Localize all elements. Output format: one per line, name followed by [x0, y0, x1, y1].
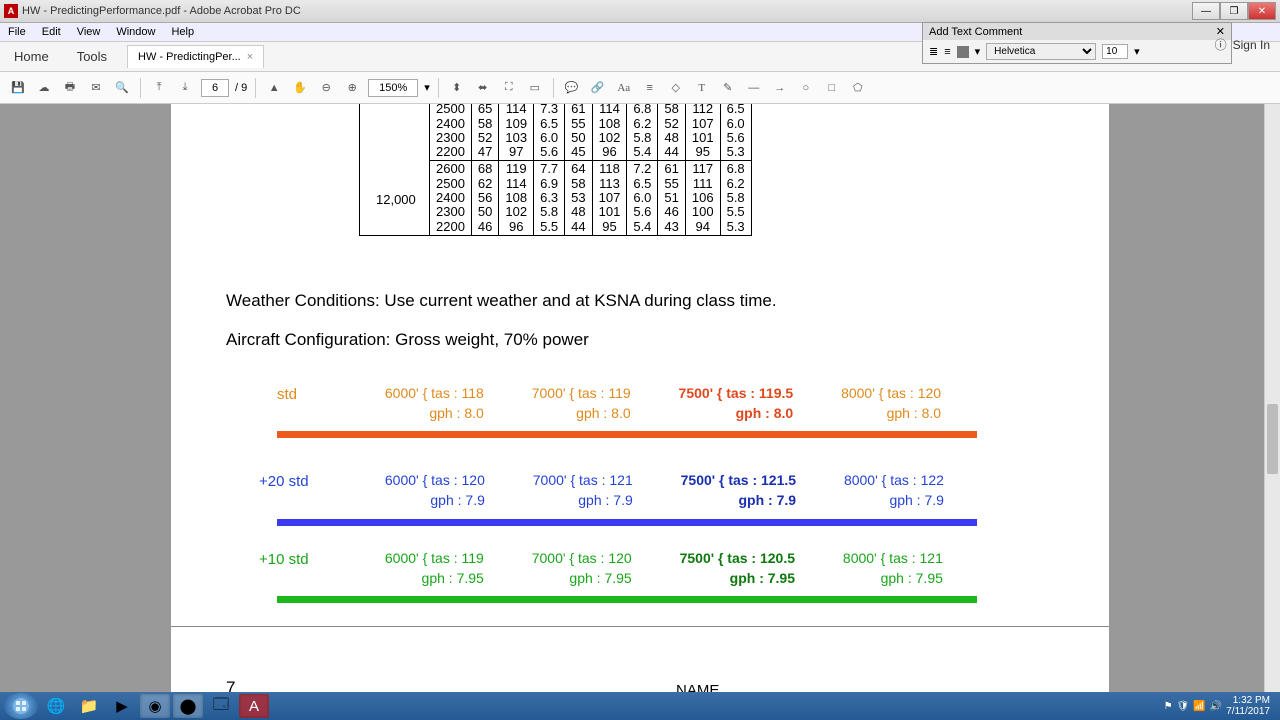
p20-label: +20 std [259, 471, 359, 490]
maximize-button[interactable]: ❐ [1220, 2, 1248, 20]
color-swatch-icon[interactable] [957, 46, 969, 58]
performance-table: 26002500240023002200 7265585247 12011410… [359, 104, 752, 236]
menu-edit[interactable]: Edit [38, 25, 65, 39]
menu-window[interactable]: Window [112, 25, 159, 39]
signin-label: Sign In [1233, 38, 1270, 52]
tab-document-label: HW - PredictingPer... [138, 51, 241, 63]
page-divider [171, 626, 1109, 627]
workspace: 26002500240023002200 7265585247 12011410… [0, 104, 1280, 692]
tab-document[interactable]: HW - PredictingPer... × [127, 45, 264, 68]
scrollbar-thumb[interactable] [1267, 404, 1278, 474]
window-title: HW - PredictingPerformance.pdf - Adobe A… [22, 5, 1192, 17]
page-total: / 9 [235, 82, 247, 94]
fit-width-icon[interactable]: ⬍ [447, 78, 467, 98]
zoom-dropdown-icon[interactable]: ▾ [424, 81, 430, 94]
save-icon[interactable]: 💾 [8, 78, 28, 98]
menu-file[interactable]: File [4, 25, 30, 39]
taskbar-blue-icon[interactable]: 🗔 [206, 694, 236, 718]
align-icon[interactable]: ≡ [640, 78, 660, 98]
bullet-list-icon[interactable]: ≣ [929, 45, 938, 58]
titlebar: A HW - PredictingPerformance.pdf - Adobe… [0, 0, 1280, 23]
taskbar: 🌐 📁 ▶ ◉ ⬤ 🗔 A ⚑ 🛡 📶 🔊 1:32 PM7/11/2017 [0, 692, 1280, 720]
tray-network-icon[interactable]: 📶 [1193, 701, 1205, 712]
polygon-icon[interactable]: ⬠ [848, 78, 868, 98]
fit-page-icon[interactable]: ⬌ [473, 78, 493, 98]
weather-text: Weather Conditions: Use current weather … [226, 291, 777, 311]
close-button[interactable]: ✕ [1248, 2, 1276, 20]
fullscreen-icon[interactable]: ⛶ [499, 78, 519, 98]
tab-home[interactable]: Home [0, 43, 63, 70]
pen-icon[interactable]: ✎ [718, 78, 738, 98]
zoom-out-icon[interactable]: ⊖ [316, 78, 336, 98]
tray-shield-icon[interactable]: 🛡 [1177, 701, 1190, 712]
p10-label: +10 std [259, 549, 359, 568]
search-icon[interactable]: 🔍 [112, 78, 132, 98]
page-input[interactable] [201, 79, 229, 97]
system-tray: ⚑ 🛡 📶 🔊 1:32 PM7/11/2017 [1164, 695, 1276, 717]
dropdown-icon[interactable]: ▾ [975, 45, 981, 58]
tray-clock[interactable]: 1:32 PM7/11/2017 [1226, 695, 1270, 717]
taskbar-media-icon[interactable]: ▶ [107, 694, 137, 718]
read-mode-icon[interactable]: ▭ [525, 78, 545, 98]
page-up-icon[interactable]: ⤒ [149, 78, 169, 98]
p20-row: +20 std 6000' { tas : 120gph : 7.9 7000'… [259, 471, 966, 510]
minimize-button[interactable]: — [1192, 2, 1220, 20]
taskbar-obs-icon[interactable]: ⬤ [173, 694, 203, 718]
name-label: NAME [676, 682, 719, 692]
link-icon[interactable]: 🔗 [588, 78, 608, 98]
alt-12000: 12,000 [376, 192, 416, 207]
signin-link[interactable]: ⓘ Sign In [1215, 36, 1270, 53]
circle-icon[interactable]: ○ [796, 78, 816, 98]
p20-bar [277, 519, 977, 526]
tab-close-icon[interactable]: × [247, 51, 253, 63]
arrow-icon[interactable]: → [770, 78, 790, 98]
line-icon[interactable]: — [744, 78, 764, 98]
print-icon[interactable]: 🖶 [60, 78, 80, 98]
hand-icon[interactable]: ✋ [290, 78, 310, 98]
zoom-in-icon[interactable]: ⊕ [342, 78, 362, 98]
page-number: 7 [226, 678, 235, 692]
comment-icon[interactable]: 💬 [562, 78, 582, 98]
p10-row: +10 std 6000' { tas : 119gph : 7.95 7000… [259, 549, 965, 588]
mail-icon[interactable]: ✉ [86, 78, 106, 98]
start-button[interactable] [4, 693, 38, 719]
tab-tools[interactable]: Tools [63, 43, 121, 70]
fill-icon[interactable]: ◇ [666, 78, 686, 98]
menu-view[interactable]: View [73, 25, 105, 39]
zoom-input[interactable] [368, 79, 418, 97]
number-list-icon[interactable]: ≡ [944, 46, 950, 58]
p10-bar [277, 596, 977, 603]
pdf-page: 26002500240023002200 7265585247 12011410… [171, 104, 1109, 692]
help-icon[interactable]: ⓘ [1215, 36, 1227, 53]
text-tool-icon[interactable]: T [692, 78, 712, 98]
std-bar [277, 431, 977, 438]
square-icon[interactable]: □ [822, 78, 842, 98]
taskbar-chrome-icon[interactable]: ◉ [140, 694, 170, 718]
menu-help[interactable]: Help [167, 25, 198, 39]
taskbar-acrobat-icon[interactable]: A [239, 694, 269, 718]
std-label: std [277, 384, 359, 403]
tray-flag-icon[interactable]: ⚑ [1164, 701, 1173, 712]
app-icon: A [4, 4, 18, 18]
size-dropdown-icon[interactable]: ▾ [1134, 45, 1140, 58]
cloud-icon[interactable]: ☁ [34, 78, 54, 98]
toolbar: 💾 ☁ 🖶 ✉ 🔍 ⤒ ⤓ / 9 ▲ ✋ ⊖ ⊕ ▾ ⬍ ⬌ ⛶ ▭ 💬 🔗 … [0, 72, 1280, 104]
comment-panel: Add Text Comment ✕ ≣ ≡ ▾ Helvetica ▾ [922, 22, 1232, 64]
taskbar-ie-icon[interactable]: 🌐 [41, 694, 71, 718]
text-icon[interactable]: Aa [614, 78, 634, 98]
config-text: Aircraft Configuration: Gross weight, 70… [226, 330, 589, 350]
pointer-icon[interactable]: ▲ [264, 78, 284, 98]
tray-sound-icon[interactable]: 🔊 [1210, 701, 1222, 712]
taskbar-explorer-icon[interactable]: 📁 [74, 694, 104, 718]
font-size-input[interactable] [1102, 44, 1128, 59]
font-select[interactable]: Helvetica [986, 43, 1096, 60]
page-down-icon[interactable]: ⤓ [175, 78, 195, 98]
scrollbar-vertical[interactable] [1264, 104, 1280, 692]
comment-panel-title: Add Text Comment [929, 26, 1022, 38]
std-row: std 6000' { tas : 118gph : 8.0 7000' { t… [277, 384, 963, 423]
